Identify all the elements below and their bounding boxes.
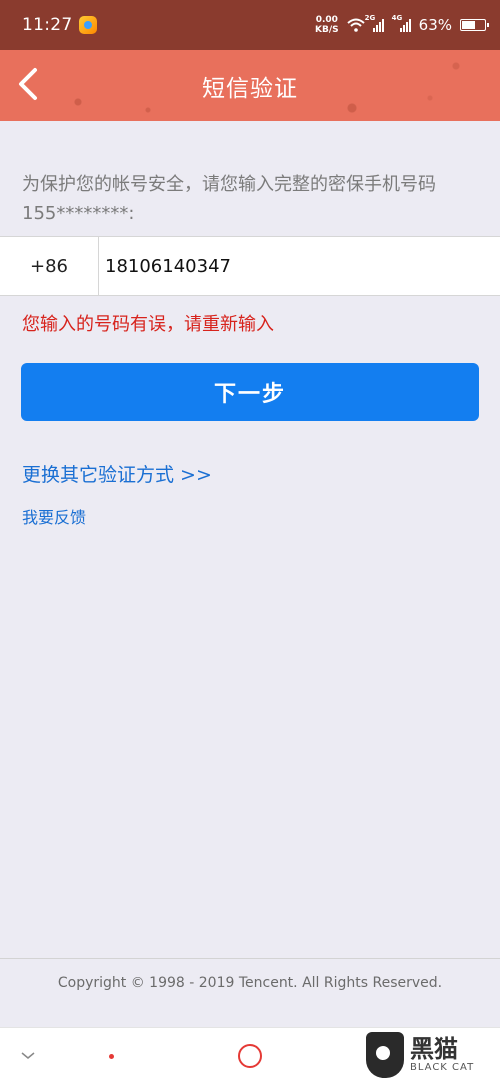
- nav-home-button[interactable]: [236, 1042, 264, 1070]
- back-button[interactable]: [8, 64, 48, 104]
- switch-verification-link[interactable]: 更换其它验证方式 >>: [22, 460, 212, 487]
- phone-input-row: +86: [0, 236, 500, 296]
- header-bar: 短信验证: [0, 50, 500, 121]
- signal-4g-icon: 4G: [392, 14, 411, 32]
- status-time: 11:27: [22, 15, 73, 35]
- dot-icon: [108, 1053, 114, 1059]
- phone-number-input[interactable]: [99, 237, 500, 295]
- signal-2g-icon: 2G: [365, 14, 384, 32]
- watermark: 黑猫 BLACK CAT: [366, 1027, 496, 1083]
- nav-back-button[interactable]: [97, 1042, 125, 1070]
- circle-icon: [238, 1044, 262, 1068]
- wifi-icon: [346, 18, 365, 32]
- network-speed-value: 0.00: [315, 15, 338, 25]
- network-speed-unit: KB/S: [315, 25, 339, 35]
- chevron-down-icon: [21, 1052, 35, 1059]
- error-message: 您输入的号码有误，请重新输入: [22, 314, 274, 335]
- status-bar: 11:27 0.00 KB/S 2G 4G 63%: [0, 0, 500, 50]
- chevron-left-icon: [19, 68, 37, 100]
- black-cat-logo-icon: [366, 1032, 404, 1078]
- footer-divider: [0, 958, 500, 959]
- feedback-link[interactable]: 我要反馈: [22, 504, 86, 528]
- country-code-selector[interactable]: +86: [0, 237, 99, 295]
- battery-percent: 63%: [418, 16, 452, 34]
- watermark-en: BLACK CAT: [410, 1062, 475, 1073]
- page-title: 短信验证: [202, 75, 298, 102]
- network-speed: 0.00 KB/S: [315, 15, 339, 35]
- app-notification-icon: [78, 16, 97, 34]
- battery-fill: [462, 21, 476, 29]
- status-right: 0.00 KB/S 2G 4G 63%: [315, 14, 489, 35]
- verification-prompt: 为保护您的帐号安全，请您输入完整的密保手机号码155********:: [22, 174, 436, 224]
- next-step-button[interactable]: 下一步: [21, 363, 479, 421]
- watermark-cn: 黑猫: [410, 1035, 458, 1063]
- copyright-text: Copyright © 1998 - 2019 Tencent. All Rig…: [57, 975, 443, 991]
- battery-icon: [460, 19, 489, 31]
- nav-collapse-button[interactable]: [14, 1042, 42, 1070]
